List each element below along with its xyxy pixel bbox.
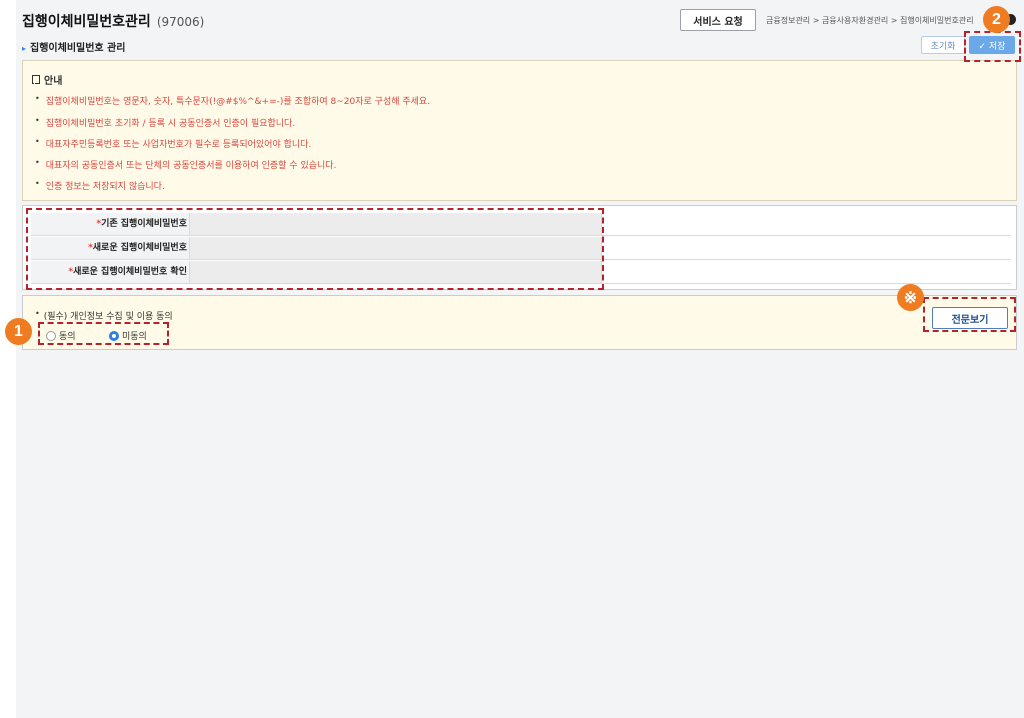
- notice-heading-text: 안내: [44, 76, 63, 87]
- notice-line: • 인증 정보는 저장되지 않습니다.: [35, 179, 165, 192]
- notice-line: • 집행이체비밀번호는 영문자, 숫자, 특수문자(!@#$%^&+=-)를 조합…: [35, 94, 431, 107]
- notice-line-text: 대표자의 공동인증서 또는 단체의 공동인증서를 이용하여 인증할 수 있습니다…: [45, 161, 337, 171]
- page-title: 집행이체비밀번호관리 (97006): [22, 11, 204, 31]
- notice-line-text: 집행이체비밀번호 초기화 / 등록 시 공동인증서 인증이 필요합니다.: [45, 119, 296, 129]
- form-row-filler: [602, 237, 1011, 259]
- form-row-filler: [602, 213, 1011, 235]
- notice-line: • 대표자주민등록번호 또는 사업자번호가 필수로 등록되어있어야 합니다.: [35, 137, 312, 150]
- bookmark-icon: [32, 75, 40, 84]
- service-request-button[interactable]: 서비스 요청: [680, 9, 756, 31]
- section-title-text: 집행이체비밀번호 관리: [30, 43, 126, 54]
- consent-title-text: (필수) 개인정보 수집 및 이용 동의: [43, 312, 173, 322]
- page-title-text: 집행이체비밀번호관리: [22, 14, 151, 30]
- notice-line-text: 인증 정보는 저장되지 않습니다.: [45, 182, 165, 192]
- notice-box: 안내 • 집행이체비밀번호는 영문자, 숫자, 특수문자(!@#$%^&+=-)를…: [22, 60, 1017, 201]
- step-badge-1: 1: [5, 318, 32, 345]
- notice-line: • 대표자의 공동인증서 또는 단체의 공동인증서를 이용하여 인증할 수 있습니…: [35, 158, 337, 171]
- highlight-save: [964, 31, 1021, 62]
- highlight-password-fields: [26, 208, 604, 290]
- reset-button[interactable]: 초기화: [921, 36, 965, 54]
- notice-line-text: 집행이체비밀번호는 영문자, 숫자, 특수문자(!@#$%^&+=-)를 조합하…: [45, 97, 431, 107]
- highlight-consent-radios: [38, 322, 169, 345]
- consent-title: • (필수) 개인정보 수집 및 이용 동의: [35, 309, 173, 322]
- breadcrumb: 금융정보관리 > 금융사용자환경관리 > 집행이체비밀번호관리: [766, 16, 974, 25]
- section-title: ▸ 집행이체비밀번호 관리: [22, 39, 126, 54]
- bullet-icon: ▸: [22, 44, 27, 53]
- form-row-filler: [602, 261, 1011, 283]
- notice-heading: 안내: [32, 72, 62, 87]
- notice-line: • 집행이체비밀번호 초기화 / 등록 시 공동인증서 인증이 필요합니다.: [35, 116, 296, 129]
- step-badge-2: 2: [983, 6, 1010, 33]
- notice-line-text: 대표자주민등록번호 또는 사업자번호가 필수로 등록되어있어야 합니다.: [45, 140, 312, 150]
- page-code: (97006): [156, 15, 205, 29]
- highlight-full-view: [923, 297, 1016, 332]
- consent-box: • (필수) 개인정보 수집 및 이용 동의 동의 미동의 전문보기: [22, 295, 1017, 350]
- note-badge: ※: [897, 284, 924, 311]
